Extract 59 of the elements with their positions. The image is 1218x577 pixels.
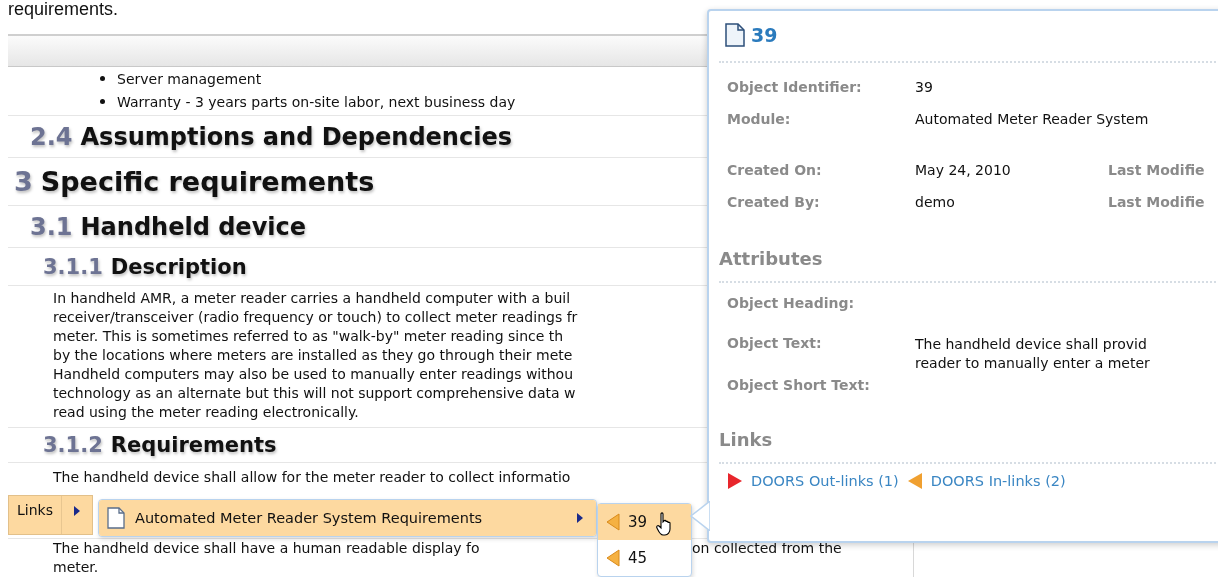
heading-title: Description xyxy=(110,254,247,279)
paragraph-text: The handheld device shall have a human readable display fo xyxy=(53,539,480,558)
module-menu-item[interactable]: Automated Meter Reader System Requirements xyxy=(99,500,596,536)
paragraph-text: technology as an alternate but this will not support comprehensive data w xyxy=(53,384,576,403)
left-triangle-icon xyxy=(906,472,923,490)
page-text: requirements. xyxy=(7,0,120,20)
attribute-value: reader to manually enter a meter xyxy=(915,354,1150,373)
bullet-icon xyxy=(100,99,105,104)
document-icon xyxy=(107,507,125,529)
popup-title[interactable]: 39 xyxy=(751,24,778,46)
list-item-text: Server management xyxy=(117,70,262,87)
paragraph-text: on collected from the xyxy=(692,539,842,558)
paragraph-text: by the locations where meters are installed as they go through their mete xyxy=(53,346,573,365)
property-label: Last Modifie xyxy=(1108,194,1205,210)
paragraph-text: In handheld AMR, a meter reader carries a handheld computer with a buil xyxy=(53,289,571,308)
paragraph-text: The handheld device shall allow for the meter reader to collect informatio xyxy=(53,468,571,487)
heading-number: 2.4 xyxy=(30,122,73,151)
left-triangle-icon xyxy=(606,549,620,567)
link[interactable]: DOORS Out-links (1) xyxy=(751,473,899,489)
link[interactable]: DOORS In-links (2) xyxy=(930,473,1066,489)
heading-number: 3.1.1 xyxy=(43,254,103,279)
property-label: Created By: xyxy=(727,194,821,210)
section-heading: Attributes xyxy=(719,248,824,269)
attribute-value: The handheld device shall provid xyxy=(915,335,1148,354)
heading-number: 3.1 xyxy=(30,212,73,241)
heading-title: Specific requirements xyxy=(40,166,375,197)
caret-icon xyxy=(72,506,81,516)
heading-title: Assumptions and Dependencies xyxy=(80,122,512,151)
bullet-icon xyxy=(100,76,105,81)
section-heading: Links xyxy=(719,429,774,450)
object-menu-item[interactable]: 45 xyxy=(598,540,691,576)
document-icon xyxy=(725,23,745,47)
paragraph-text: meter. This is sometimes referred to as "walk-by" meter reading since th xyxy=(53,327,564,346)
caret-icon xyxy=(576,513,584,523)
attribute-label: Object Heading: xyxy=(727,295,856,313)
left-triangle-icon xyxy=(606,513,620,531)
property-label: Created On: xyxy=(727,162,823,178)
heading-title: Requirements xyxy=(110,433,277,457)
property-label: Last Modifie xyxy=(1108,162,1205,178)
heading-title: Handheld device xyxy=(80,212,307,241)
paragraph-text: Handheld computers may also be used to manually enter readings withou xyxy=(53,365,574,384)
paragraph-text: read using the meter reading electronically. xyxy=(53,403,359,422)
links-label: Links xyxy=(9,496,62,534)
attribute-label: Object Text: xyxy=(727,335,823,353)
object-menu-item[interactable]: 39 xyxy=(598,504,691,540)
property-value: Automated Meter Reader System xyxy=(915,111,1149,127)
hand-cursor-icon xyxy=(656,512,674,536)
property-label: Object Identifier: xyxy=(727,79,863,95)
attribute-label: Object Short Text: xyxy=(727,377,871,395)
heading-number: 3.1.2 xyxy=(43,433,103,457)
property-label: Module: xyxy=(727,111,792,127)
heading-number: 3 xyxy=(14,166,33,197)
list-item-text: Warranty - 3 years parts on-site labor, next business day xyxy=(117,93,516,110)
property-value: 39 xyxy=(915,79,934,95)
paragraph-text: receiver/transceiver (radio frequency or touch) to collect meter readings fr xyxy=(53,308,578,327)
right-triangle-icon xyxy=(727,472,743,490)
paragraph-text: meter. xyxy=(53,558,99,577)
property-value: May 24, 2010 xyxy=(915,162,1012,178)
property-value: demo xyxy=(915,194,956,210)
